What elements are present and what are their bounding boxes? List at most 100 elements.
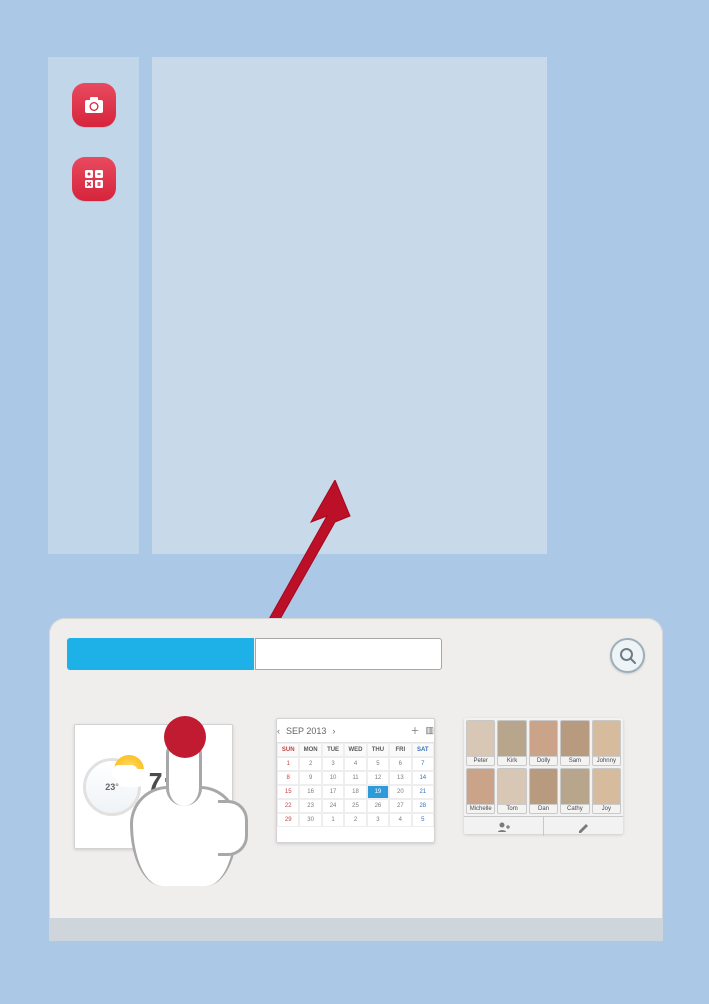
cal-day-cell[interactable]: 4 <box>389 813 411 827</box>
cal-day-cell[interactable]: 4 <box>344 757 366 771</box>
cal-dow: SAT <box>412 743 434 757</box>
cal-day-cell[interactable]: 5 <box>367 757 389 771</box>
avatar <box>561 769 588 804</box>
cal-day-cell[interactable]: 10 <box>322 771 344 785</box>
contact-name: Dan <box>530 804 557 813</box>
cal-list-icon[interactable]: ▥ <box>425 725 434 736</box>
contact-card[interactable]: Tom <box>497 768 526 814</box>
contact-name: Peter <box>467 756 494 765</box>
cal-dow: THU <box>367 743 389 757</box>
cal-day-cell[interactable]: 27 <box>389 799 411 813</box>
cal-day-cell[interactable]: 13 <box>389 771 411 785</box>
contact-name: Sam <box>561 756 588 765</box>
avatar <box>530 721 557 756</box>
main-drop-area[interactable] <box>152 57 547 554</box>
contact-card[interactable]: Johnny <box>592 720 621 766</box>
tab-other[interactable] <box>255 638 442 670</box>
cal-day-cell[interactable]: 6 <box>389 757 411 771</box>
cal-day-cell[interactable]: 25 <box>344 799 366 813</box>
contact-name: Kirk <box>498 756 525 765</box>
avatar <box>498 721 525 756</box>
contacts-add-button[interactable] <box>464 817 543 836</box>
contact-name: Joy <box>593 804 620 813</box>
cloud-icon <box>116 769 146 787</box>
panel-footer <box>49 918 663 941</box>
avatar <box>530 769 557 804</box>
cal-add-icon[interactable]: ＋ <box>410 724 419 737</box>
contacts-edit-button[interactable] <box>543 817 623 836</box>
cal-day-cell[interactable]: 14 <box>412 771 434 785</box>
panel-toolbar <box>67 638 645 671</box>
cal-day-cell[interactable]: 11 <box>344 771 366 785</box>
contact-card[interactable]: Kirk <box>497 720 526 766</box>
contact-card[interactable]: Cathy <box>560 768 589 814</box>
cal-day-cell[interactable]: 21 <box>412 785 434 799</box>
cal-day-cell[interactable]: 1 <box>322 813 344 827</box>
contacts-widget[interactable]: Peter Kirk Dolly Sam Johnny Michelle Tom Dan Cat… <box>464 718 623 834</box>
contact-name: Michelle <box>467 804 494 813</box>
cal-day-cell[interactable]: 12 <box>367 771 389 785</box>
cal-day-cell[interactable]: 19 <box>367 785 389 799</box>
clock-time: 7:10 <box>147 769 203 797</box>
avatar <box>593 769 620 804</box>
cal-day-cell[interactable]: 28 <box>412 799 434 813</box>
cal-day-cell[interactable]: 1 <box>277 757 299 771</box>
weather-clock-widget[interactable]: 23° 7:10 24 WED <box>74 724 233 849</box>
cal-day-cell[interactable]: 29 <box>277 813 299 827</box>
cal-dow: WED <box>344 743 366 757</box>
calendar-title: SEP 2013 <box>286 726 326 736</box>
cal-day-cell[interactable]: 2 <box>344 813 366 827</box>
cal-dow: MON <box>299 743 321 757</box>
camera-icon <box>82 93 106 117</box>
cal-day-cell[interactable]: 15 <box>277 785 299 799</box>
calculator-icon <box>82 167 106 191</box>
calculator-app-button[interactable] <box>72 157 116 201</box>
tab-widgets[interactable] <box>67 638 254 670</box>
cal-day-cell[interactable]: 7 <box>412 757 434 771</box>
contact-card[interactable]: Joy <box>592 768 621 814</box>
contact-card[interactable]: Peter <box>466 720 495 766</box>
cal-prev-icon[interactable]: ‹ <box>277 726 280 736</box>
clock-date: 24 WED <box>147 797 203 805</box>
avatar <box>498 769 525 804</box>
cal-day-cell[interactable]: 2 <box>299 757 321 771</box>
pencil-icon <box>577 821 591 833</box>
cal-dow: TUE <box>322 743 344 757</box>
contact-name: Tom <box>498 804 525 813</box>
cal-day-cell[interactable]: 16 <box>299 785 321 799</box>
cal-day-cell[interactable]: 3 <box>322 757 344 771</box>
cal-dow: FRI <box>389 743 411 757</box>
contact-name: Dolly <box>530 756 557 765</box>
cal-dow: SUN <box>277 743 299 757</box>
cal-day-cell[interactable]: 8 <box>277 771 299 785</box>
sidebar <box>48 57 139 554</box>
cal-day-cell[interactable]: 30 <box>299 813 321 827</box>
cal-day-cell[interactable]: 17 <box>322 785 344 799</box>
search-icon <box>619 647 637 665</box>
add-contact-icon <box>497 821 511 833</box>
avatar <box>593 721 620 756</box>
avatar <box>467 721 494 756</box>
search-button[interactable] <box>610 638 645 673</box>
contact-name: Cathy <box>561 804 588 813</box>
contact-card[interactable]: Dolly <box>529 720 558 766</box>
avatar <box>467 769 494 804</box>
cal-day-cell[interactable]: 26 <box>367 799 389 813</box>
cal-day-cell[interactable]: 22 <box>277 799 299 813</box>
cal-day-cell[interactable]: 18 <box>344 785 366 799</box>
contact-card[interactable]: Sam <box>560 720 589 766</box>
camera-app-button[interactable] <box>72 83 116 127</box>
contact-card[interactable]: Dan <box>529 768 558 814</box>
cal-day-cell[interactable]: 20 <box>389 785 411 799</box>
avatar <box>561 721 588 756</box>
contact-card[interactable]: Michelle <box>466 768 495 814</box>
cal-day-cell[interactable]: 5 <box>412 813 434 827</box>
cal-day-cell[interactable]: 3 <box>367 813 389 827</box>
widget-picker-panel: 23° 7:10 24 WED ‹ SEP 2013 › ＋ ▥ SUNMONT… <box>49 618 663 941</box>
calendar-widget[interactable]: ‹ SEP 2013 › ＋ ▥ SUNMONTUEWEDTHUFRISAT12… <box>276 718 435 843</box>
cal-day-cell[interactable]: 9 <box>299 771 321 785</box>
cal-day-cell[interactable]: 23 <box>299 799 321 813</box>
cal-next-icon[interactable]: › <box>332 726 335 736</box>
cal-day-cell[interactable]: 24 <box>322 799 344 813</box>
contact-name: Johnny <box>593 756 620 765</box>
